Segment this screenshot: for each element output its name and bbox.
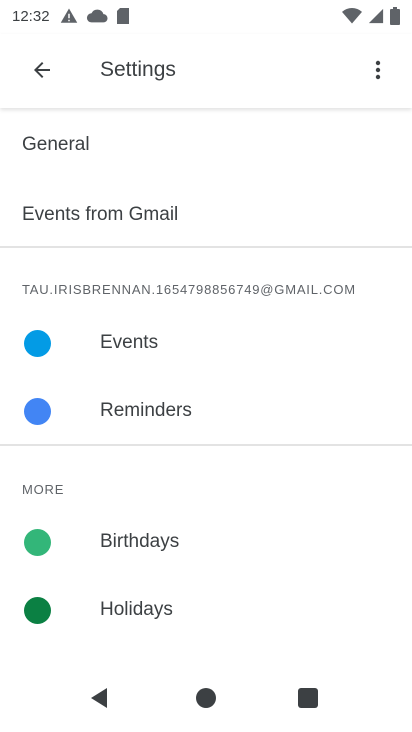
calendar-color-dot xyxy=(24,597,51,624)
battery-icon xyxy=(390,7,400,30)
settings-item-general[interactable]: General xyxy=(22,134,90,156)
nav-back-button[interactable] xyxy=(82,682,118,718)
calendar-item-label: Birthdays xyxy=(100,531,180,552)
calendar-color-dot xyxy=(24,398,51,425)
calendar-color-dot xyxy=(24,529,51,556)
settings-list: General Events from Gmail TAU.IRISBRENNA… xyxy=(0,108,412,656)
cloud-icon xyxy=(86,7,108,30)
calendar-item-label: Reminders xyxy=(100,400,192,421)
calendar-item-label: Holidays xyxy=(100,599,173,620)
divider xyxy=(0,444,412,446)
status-system-icons xyxy=(342,7,400,30)
divider xyxy=(0,246,412,248)
status-time: 12:32 xyxy=(12,8,50,25)
status-notification-icons xyxy=(60,7,130,30)
nav-recents-button[interactable] xyxy=(290,682,326,718)
more-section-header: MORE xyxy=(22,482,65,497)
more-options-button[interactable] xyxy=(358,52,398,92)
calendar-item-label: Events xyxy=(100,332,159,353)
nav-home-icon xyxy=(195,687,217,714)
calendar-item-birthdays[interactable]: Birthdays xyxy=(0,513,412,573)
status-bar: 12:32 xyxy=(0,0,412,34)
more-vert-icon xyxy=(366,58,390,87)
account-section-header: TAU.IRISBRENNAN.1654798856749@GMAIL.COM xyxy=(22,282,356,297)
settings-item-events-from-gmail[interactable]: Events from Gmail xyxy=(22,204,178,226)
calendar-color-dot xyxy=(24,330,51,357)
cell-signal-icon xyxy=(368,7,384,30)
nav-back-icon xyxy=(89,686,111,715)
sd-card-icon xyxy=(116,7,130,30)
calendar-item-events[interactable]: Events xyxy=(0,314,412,374)
nav-recents-icon xyxy=(297,687,319,714)
back-button[interactable] xyxy=(22,52,62,92)
app-bar: Settings xyxy=(0,34,412,108)
calendar-item-holidays[interactable]: Holidays xyxy=(0,581,412,641)
calendar-item-reminders[interactable]: Reminders xyxy=(0,382,412,442)
wifi-icon xyxy=(342,7,362,30)
arrow-back-icon xyxy=(30,58,54,87)
page-title: Settings xyxy=(100,58,176,81)
warning-icon xyxy=(60,7,78,30)
nav-home-button[interactable] xyxy=(188,682,224,718)
system-nav-bar xyxy=(0,664,412,732)
